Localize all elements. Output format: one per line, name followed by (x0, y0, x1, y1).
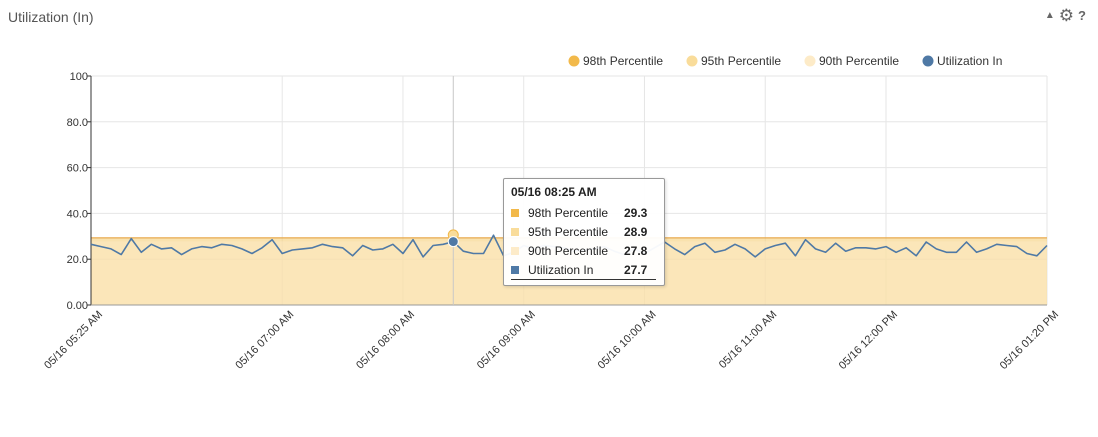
x-tick-label-4: 05/16 10:00 AM (596, 309, 659, 372)
y-tick-label-2: 40.0 (67, 208, 88, 220)
tooltip-row-95th: 95th Percentile 28.9 (511, 222, 656, 241)
tooltip-row-90th: 90th Percentile 27.8 (511, 241, 656, 260)
x-tick-label-0: 05/16 05:25 AM (42, 309, 105, 372)
tooltip-label-95th: 95th Percentile (528, 224, 609, 239)
x-tick-label-3: 05/16 09:00 AM (475, 309, 538, 372)
y-tick-label-0: 0.00 (67, 300, 88, 312)
y-tick-label-5: 100 (70, 71, 88, 83)
tooltip-swatch-utilization (511, 265, 519, 274)
legend-marker-3 (922, 55, 934, 67)
tooltip-value-98th: 29.3 (624, 205, 648, 220)
x-tick-label-6: 05/16 12:00 PM (837, 309, 900, 372)
legend-label-3: Utilization In (937, 54, 1002, 68)
y-tick-label-1: 20.0 (67, 254, 88, 266)
legend-marker-0 (568, 55, 580, 67)
chart-tooltip: 05/16 08:25 AM 98th Percentile 29.3 95th… (503, 178, 665, 286)
tooltip-swatch-98th (511, 208, 519, 217)
tooltip-value-utilization: 27.7 (624, 262, 648, 277)
legend-label-1: 95th Percentile (701, 54, 781, 68)
y-tick-label-3: 60.0 (67, 163, 88, 175)
tooltip-label-90th: 90th Percentile (528, 243, 609, 258)
legend-label-0: 98th Percentile (583, 54, 663, 68)
tooltip-value-90th: 27.8 (624, 243, 648, 258)
y-tick-label-4: 80.0 (67, 117, 88, 129)
hover-marker-utilization (447, 236, 459, 248)
tooltip-time: 05/16 08:25 AM (511, 185, 597, 199)
legend-marker-2 (804, 55, 816, 67)
tooltip-swatch-95th (511, 227, 519, 236)
legend-marker-1 (686, 55, 698, 67)
tooltip-label-utilization: Utilization In (528, 262, 594, 277)
tooltip-value-95th: 28.9 (624, 224, 648, 239)
tooltip-row-98th: 98th Percentile 29.3 (511, 203, 656, 222)
tooltip-label-98th: 98th Percentile (528, 205, 609, 220)
tooltip-row-utilization: Utilization In 27.7 (511, 260, 656, 280)
x-tick-label-7: 05/16 01:20 PM (998, 309, 1061, 372)
x-tick-label-5: 05/16 11:00 AM (717, 309, 779, 371)
tooltip-swatch-90th (511, 246, 519, 255)
x-tick-label-1: 05/16 07:00 AM (233, 309, 296, 372)
x-tick-label-2: 05/16 08:00 AM (354, 309, 417, 372)
legend-label-2: 90th Percentile (819, 54, 899, 68)
